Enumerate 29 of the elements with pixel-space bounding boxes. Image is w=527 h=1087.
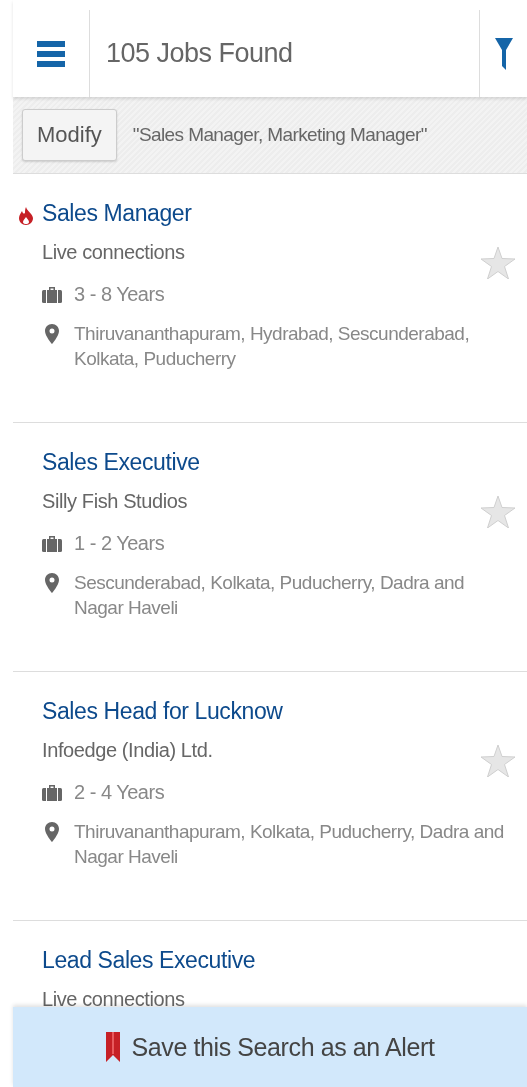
company-name: Silly Fish Studios: [42, 490, 188, 513]
job-title-link[interactable]: Lead Sales Executive: [42, 947, 256, 974]
job-title-link[interactable]: Sales Head for Lucknow: [42, 698, 283, 725]
briefcase-icon: [42, 286, 62, 303]
save-alert-button[interactable]: Save this Search as an Alert: [13, 1007, 527, 1087]
location-pin-icon: [45, 822, 59, 842]
bookmark-icon: [105, 1032, 120, 1062]
job-title-link[interactable]: Sales Manager: [42, 200, 192, 227]
experience-text: 2 - 4 Years: [74, 780, 165, 805]
star-icon[interactable]: [481, 496, 515, 528]
results-count: 105 Jobs Found: [106, 38, 293, 69]
company-name: Infoedge (India) Ltd.: [42, 739, 213, 762]
menu-icon[interactable]: [37, 40, 65, 67]
briefcase-icon: [42, 535, 62, 552]
locations-text: Thiruvananthapuram, Kolkata, Puducherry, Dadra and Nagar Haveli: [74, 820, 505, 869]
search-query: "Sales Manager, Marketing Manager": [132, 124, 427, 146]
experience-text: 1 - 2 Years: [74, 531, 165, 556]
job-title-link[interactable]: Sales Executive: [42, 449, 200, 476]
modify-button[interactable]: Modify: [22, 109, 117, 161]
company-name: Live connections: [42, 241, 185, 264]
filter-icon[interactable]: [494, 37, 513, 70]
experience-text: 3 - 8 Years: [74, 282, 165, 307]
location-pin-icon: [45, 324, 59, 344]
locations-text: Sescunderabad, Kolkata, Puducherry, Dadra and Nagar Haveli: [74, 571, 466, 620]
briefcase-icon: [42, 784, 62, 801]
locations-text: Thiruvananthapuram, Hydrabad, Sescunderabad, Kolkata, Puducherry: [74, 322, 471, 371]
star-icon[interactable]: [481, 247, 515, 279]
star-icon[interactable]: [481, 745, 515, 777]
location-pin-icon: [45, 573, 59, 593]
